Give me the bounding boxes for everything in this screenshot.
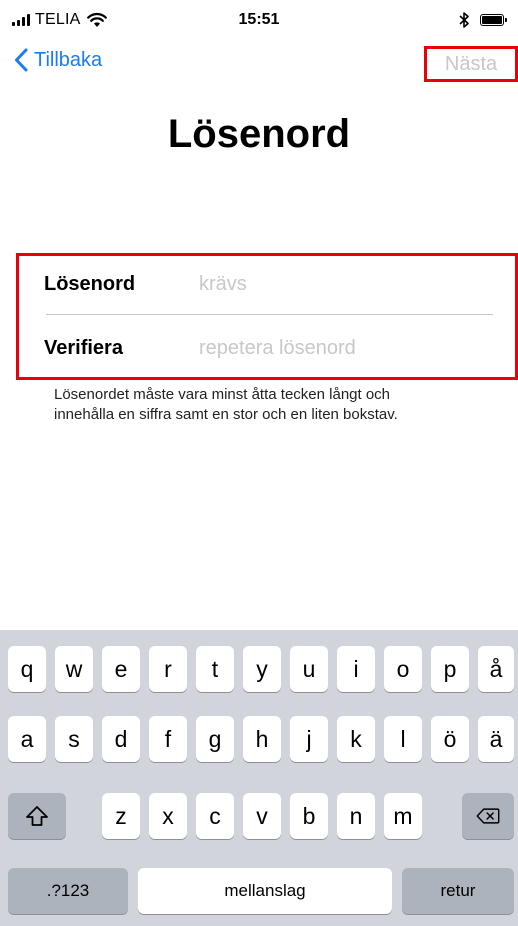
key-k[interactable]: k [337, 716, 375, 762]
numbers-key[interactable]: .?123 [8, 868, 128, 914]
status-right [458, 11, 507, 29]
key-a-ring[interactable]: å [478, 646, 514, 692]
status-time: 15:51 [238, 11, 280, 28]
key-r[interactable]: r [149, 646, 187, 692]
key-o-umlaut[interactable]: ö [431, 716, 469, 762]
key-m[interactable]: m [384, 793, 422, 839]
space-key[interactable]: mellanslag [138, 868, 392, 914]
key-i[interactable]: i [337, 646, 375, 692]
shift-key[interactable] [8, 793, 66, 839]
key-y[interactable]: y [243, 646, 281, 692]
nav-bar: Tillbaka Nästa [0, 40, 518, 88]
key-u[interactable]: u [290, 646, 328, 692]
key-h[interactable]: h [243, 716, 281, 762]
key-x[interactable]: x [149, 793, 187, 839]
key-o[interactable]: o [384, 646, 422, 692]
key-q[interactable]: q [8, 646, 46, 692]
page-title: Lösenord [167, 112, 351, 156]
key-s[interactable]: s [55, 716, 93, 762]
password-requirements-text: Lösenordet måste vara minst åtta tecken … [54, 386, 398, 423]
password-label: Lösenord [44, 272, 136, 295]
key-j[interactable]: j [290, 716, 328, 762]
key-a[interactable]: a [8, 716, 46, 762]
key-e[interactable]: e [102, 646, 140, 692]
key-c[interactable]: c [196, 793, 234, 839]
status-bar: TELIA 15:51 [0, 0, 518, 40]
shift-icon [26, 806, 48, 826]
delete-key[interactable] [462, 793, 514, 839]
backspace-icon [476, 808, 500, 824]
verify-password-field[interactable]: repetera lösenord [199, 337, 356, 360]
key-g[interactable]: g [196, 716, 234, 762]
keyboard: q w e r t y u i o p å a s d f g h j k l … [0, 630, 518, 926]
bluetooth-icon [459, 12, 469, 28]
return-key[interactable]: retur [402, 868, 514, 914]
back-button[interactable]: Tillbaka [14, 48, 102, 72]
key-l[interactable]: l [384, 716, 422, 762]
form-divider [46, 314, 493, 315]
key-p[interactable]: p [431, 646, 469, 692]
key-z[interactable]: z [102, 793, 140, 839]
key-v[interactable]: v [243, 793, 281, 839]
key-n[interactable]: n [337, 793, 375, 839]
password-row[interactable]: Lösenord krävs [44, 269, 247, 299]
key-f[interactable]: f [149, 716, 187, 762]
verify-row[interactable]: Verifiera repetera lösenord [44, 333, 356, 363]
key-d[interactable]: d [102, 716, 140, 762]
key-b[interactable]: b [290, 793, 328, 839]
verify-label: Verifiera [44, 336, 123, 359]
chevron-left-icon [15, 48, 28, 72]
key-t[interactable]: t [196, 646, 234, 692]
next-button[interactable]: Nästa [424, 46, 518, 82]
back-button-label: Tillbaka [34, 48, 103, 71]
key-w[interactable]: w [55, 646, 93, 692]
key-a-umlaut[interactable]: ä [478, 716, 514, 762]
password-field[interactable]: krävs [199, 273, 247, 296]
battery-icon [480, 14, 507, 26]
